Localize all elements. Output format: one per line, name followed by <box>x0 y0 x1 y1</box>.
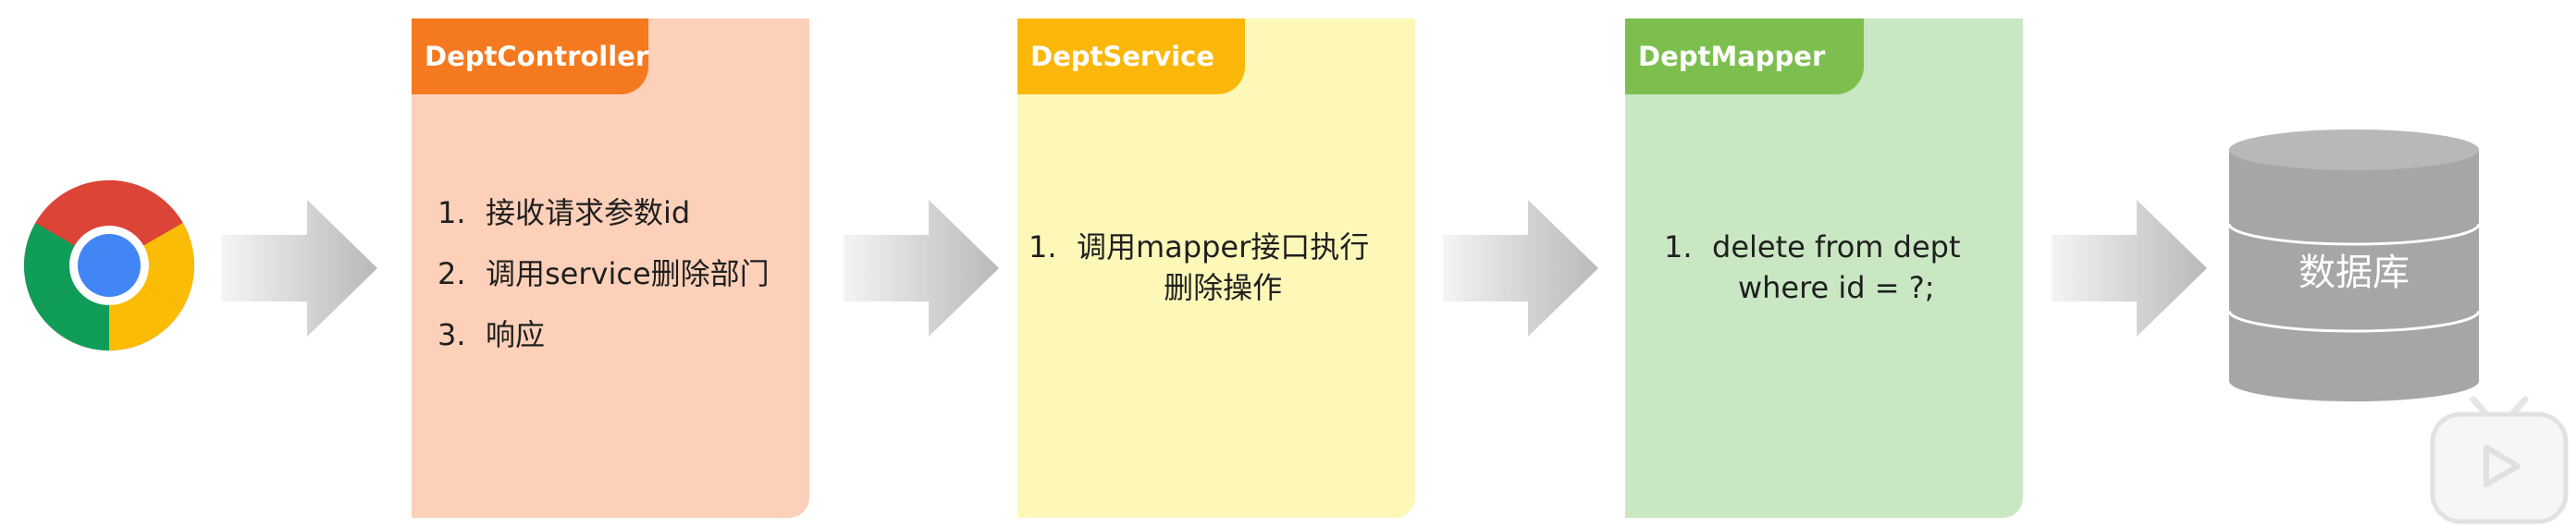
dept-mapper-steps: 1. delete from dept where id = ?; <box>1664 227 2006 308</box>
dept-controller-title: DeptController <box>412 18 648 94</box>
dept-mapper-title: DeptMapper <box>1625 18 1864 94</box>
tv-play-icon[interactable] <box>2427 392 2571 527</box>
dept-controller-card: DeptController 1. 接收请求参数id 2. 调用service删… <box>412 18 809 518</box>
dept-service-title: DeptService <box>1017 18 1245 94</box>
list-item: 1. delete from dept where id = ?; <box>1664 229 1961 305</box>
list-item: 1. 调用mapper接口执行 删除操作 <box>1029 229 1370 305</box>
chrome-browser-icon <box>23 179 195 351</box>
dept-mapper-card: DeptMapper 1. delete from dept where id … <box>1625 18 2023 518</box>
list-item: 3. 响应 <box>438 317 546 352</box>
list-item: 1. 接收请求参数id <box>438 195 691 230</box>
right-arrow-icon <box>1443 200 1598 337</box>
dept-controller-steps: 1. 接收请求参数id 2. 调用service删除部门 3. 响应 <box>438 192 807 375</box>
right-arrow-icon <box>2052 200 2207 337</box>
right-arrow-icon <box>844 200 999 337</box>
database-icon: 数据库 <box>2229 129 2479 403</box>
database-label: 数据库 <box>2299 252 2410 294</box>
dept-service-card: DeptService 1. 调用mapper接口执行 删除操作 <box>1017 18 1415 518</box>
dept-service-steps: 1. 调用mapper接口执行 删除操作 <box>1029 227 1408 308</box>
list-item: 2. 调用service删除部门 <box>438 256 770 291</box>
right-arrow-icon <box>222 200 377 337</box>
